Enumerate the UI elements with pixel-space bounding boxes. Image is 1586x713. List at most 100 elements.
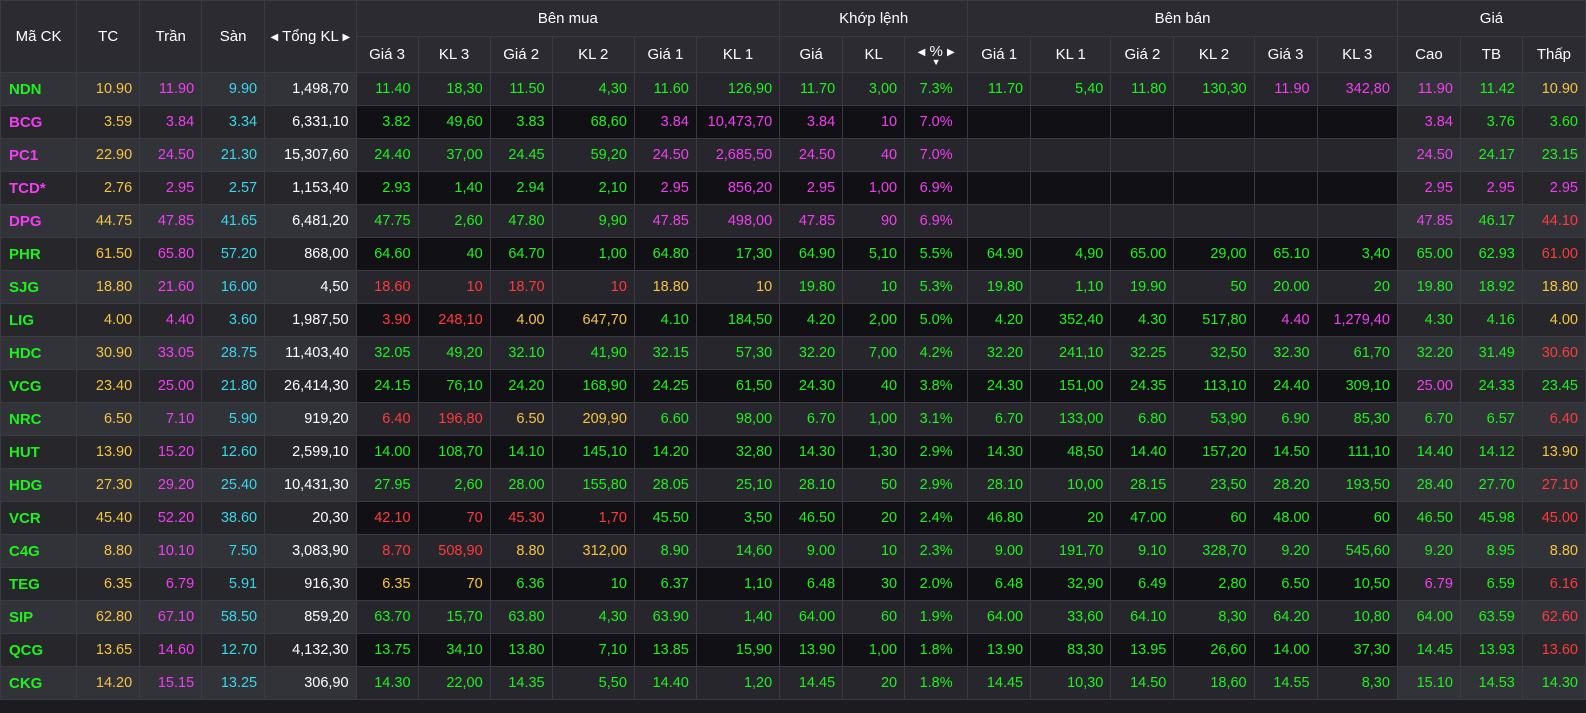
table-row[interactable]: DPG 44.75 47.85 41.65 6,481,20 47.75 2,60 47.80… bbox=[0, 204, 1586, 238]
header-bid-price-1[interactable]: Giá 1 bbox=[633, 36, 697, 73]
floor-price-cell: 25.40 bbox=[201, 468, 266, 502]
table-row[interactable]: NDN 10.90 11.90 9.90 1,498,70 11.40 18,30 11.50… bbox=[0, 72, 1586, 106]
match-price-cell: 64.90 bbox=[779, 237, 844, 271]
header-avg[interactable]: TB bbox=[1459, 36, 1523, 73]
header-bid-price-2[interactable]: Giá 2 bbox=[489, 36, 553, 73]
match-vol-cell: 1,00 bbox=[842, 633, 906, 667]
stock-symbol[interactable]: SIP bbox=[0, 600, 78, 634]
ask-vol-1-cell: 32,90 bbox=[1030, 567, 1112, 601]
table-row[interactable]: PC1 22.90 24.50 21.30 15,307,60 24.40 37,00 24.… bbox=[0, 138, 1586, 172]
table-row[interactable]: HDC 30.90 33.05 28.75 11,403,40 32.05 49,20 32.… bbox=[0, 336, 1586, 370]
header-price-group: Giá bbox=[1396, 0, 1586, 37]
stock-symbol[interactable]: LIG bbox=[0, 303, 78, 337]
header-bid-vol-2[interactable]: KL 2 bbox=[551, 36, 635, 73]
table-row[interactable]: QCG 13.65 14.60 12.70 4,132,30 13.75 34,10 13.8… bbox=[0, 633, 1586, 667]
arrow-left-icon[interactable]: ◀ bbox=[271, 32, 279, 43]
header-ask-price-2[interactable]: Giá 2 bbox=[1110, 36, 1175, 73]
bid-vol-2-cell: 68,60 bbox=[551, 105, 635, 139]
table-row[interactable]: TEG 6.35 6.79 5.91 916,30 6.35 70 6.36 10 6.37 1,1… bbox=[0, 567, 1586, 601]
table-row[interactable]: BCG 3.59 3.84 3.34 6,331,10 3.82 49,60 3.83 68,6… bbox=[0, 105, 1586, 139]
stock-symbol[interactable]: NDN bbox=[0, 72, 78, 106]
match-vol-cell: 7,00 bbox=[842, 336, 906, 370]
arrow-left-icon[interactable]: ◀ bbox=[918, 47, 926, 58]
bid-price-1-cell: 45.50 bbox=[633, 501, 697, 535]
header-total-volume[interactable]: ◀ Tổng KL ▶ bbox=[264, 0, 357, 73]
high-price-cell: 14.45 bbox=[1396, 633, 1461, 667]
table-row[interactable]: SIP 62.80 67.10 58.50 859,20 63.70 15,70 63.80 4… bbox=[0, 600, 1586, 634]
low-price-cell: 8.80 bbox=[1521, 534, 1586, 568]
avg-price-cell: 18.92 bbox=[1459, 270, 1523, 304]
high-price-cell: 14.40 bbox=[1396, 435, 1461, 469]
table-row[interactable]: NRC 6.50 7.10 5.90 919,20 6.40 196,80 6.50 209,9… bbox=[0, 402, 1586, 436]
header-match-pct[interactable]: ◀ % ▶ ▼ bbox=[904, 36, 969, 73]
stock-symbol[interactable]: NRC bbox=[0, 402, 78, 436]
table-row[interactable]: CKG 14.20 15.15 13.25 306,90 14.30 22,00 14.35 5… bbox=[0, 666, 1586, 700]
header-bid-vol-1[interactable]: KL 1 bbox=[695, 36, 781, 73]
stock-symbol[interactable]: CKG bbox=[0, 666, 78, 700]
header-ref[interactable]: TC bbox=[76, 0, 141, 73]
bid-vol-1-cell: 498,00 bbox=[695, 204, 781, 238]
header-ask-vol-3[interactable]: KL 3 bbox=[1316, 36, 1398, 73]
stock-symbol[interactable]: HDC bbox=[0, 336, 78, 370]
stock-symbol[interactable]: PHR bbox=[0, 237, 78, 271]
table-row[interactable]: C4G 8.80 10.10 7.50 3,083,90 8.70 508,90 8.80 31… bbox=[0, 534, 1586, 568]
header-total-volume-label: Tổng KL bbox=[282, 28, 339, 45]
header-bid-vol-3[interactable]: KL 3 bbox=[417, 36, 491, 73]
table-row[interactable]: LIG 4.00 4.40 3.60 1,987,50 3.90 248,10 4.00 647… bbox=[0, 303, 1586, 337]
header-ask-vol-1[interactable]: KL 1 bbox=[1030, 36, 1112, 73]
stock-symbol[interactable]: QCG bbox=[0, 633, 78, 667]
match-vol-cell: 1,00 bbox=[842, 402, 906, 436]
arrow-right-icon[interactable]: ▶ bbox=[342, 32, 350, 43]
stock-symbol[interactable]: PC1 bbox=[0, 138, 78, 172]
stock-symbol[interactable]: VCR bbox=[0, 501, 78, 535]
floor-price-cell: 21.80 bbox=[201, 369, 266, 403]
stock-symbol[interactable]: BCG bbox=[0, 105, 78, 139]
stock-symbol[interactable]: TCD* bbox=[0, 171, 78, 205]
ref-price-cell: 22.90 bbox=[76, 138, 141, 172]
stock-symbol[interactable]: HDG bbox=[0, 468, 78, 502]
table-row[interactable]: HUT 13.90 15.20 12.60 2,599,10 14.00 108,70 14.… bbox=[0, 435, 1586, 469]
header-low[interactable]: Thấp bbox=[1521, 36, 1586, 73]
stock-symbol[interactable]: DPG bbox=[0, 204, 78, 238]
ask-price-1-cell: 64.90 bbox=[967, 237, 1032, 271]
ask-vol-2-cell: 2,80 bbox=[1173, 567, 1255, 601]
match-price-cell: 2.95 bbox=[779, 171, 844, 205]
ask-price-2-cell: 6.80 bbox=[1110, 402, 1175, 436]
sort-desc-icon[interactable]: ▼ bbox=[906, 58, 967, 67]
header-ask-vol-2[interactable]: KL 2 bbox=[1173, 36, 1255, 73]
total-volume-cell: 20,30 bbox=[264, 501, 357, 535]
ask-price-3-cell bbox=[1253, 105, 1318, 139]
header-ask-price-3[interactable]: Giá 3 bbox=[1253, 36, 1318, 73]
table-row[interactable]: HDG 27.30 29.20 25.40 10,431,30 27.95 2,60 28.0… bbox=[0, 468, 1586, 502]
ask-vol-3-cell: 37,30 bbox=[1316, 633, 1398, 667]
bid-price-3-cell: 32.05 bbox=[355, 336, 419, 370]
header-bid-price-3[interactable]: Giá 3 bbox=[355, 36, 419, 73]
stock-symbol[interactable]: TEG bbox=[0, 567, 78, 601]
ask-price-1-cell: 13.90 bbox=[967, 633, 1032, 667]
header-high[interactable]: Cao bbox=[1396, 36, 1461, 73]
price-board-table: Mã CK TC Trần Sàn ◀ Tổng KL ▶ Bên mua Kh… bbox=[0, 0, 1586, 700]
table-row[interactable]: PHR 61.50 65.80 57.20 868,00 64.60 40 64.70 1,00… bbox=[0, 237, 1586, 271]
header-ceiling[interactable]: Trần bbox=[139, 0, 203, 73]
table-row[interactable]: SJG 18.80 21.60 16.00 4,50 18.60 10 18.70 10 18.8… bbox=[0, 270, 1586, 304]
bid-price-2-cell: 63.80 bbox=[489, 600, 553, 634]
header-floor[interactable]: Sàn bbox=[201, 0, 266, 73]
stock-symbol[interactable]: VCG bbox=[0, 369, 78, 403]
ask-vol-1-cell: 33,60 bbox=[1030, 600, 1112, 634]
header-match-vol[interactable]: KL bbox=[842, 36, 906, 73]
header-match-price[interactable]: Giá bbox=[779, 36, 844, 73]
header-symbol[interactable]: Mã CK bbox=[0, 0, 78, 73]
high-price-cell: 19.80 bbox=[1396, 270, 1461, 304]
stock-symbol[interactable]: SJG bbox=[0, 270, 78, 304]
header-ask-price-1[interactable]: Giá 1 bbox=[967, 36, 1032, 73]
bid-vol-2-cell: 59,20 bbox=[551, 138, 635, 172]
floor-price-cell: 9.90 bbox=[201, 72, 266, 106]
stock-symbol[interactable]: C4G bbox=[0, 534, 78, 568]
arrow-right-icon[interactable]: ▶ bbox=[947, 47, 955, 58]
table-row[interactable]: VCG 23.40 25.00 21.80 26,414,30 24.15 76,10 24.… bbox=[0, 369, 1586, 403]
stock-symbol[interactable]: HUT bbox=[0, 435, 78, 469]
table-row[interactable]: VCR 45.40 52.20 38.60 20,30 42.10 70 45.30 1,70 4… bbox=[0, 501, 1586, 535]
table-row[interactable]: TCD* 2.76 2.95 2.57 1,153,40 2.93 1,40 2.94 2,10… bbox=[0, 171, 1586, 205]
high-price-cell: 3.84 bbox=[1396, 105, 1461, 139]
match-price-cell: 32.20 bbox=[779, 336, 844, 370]
